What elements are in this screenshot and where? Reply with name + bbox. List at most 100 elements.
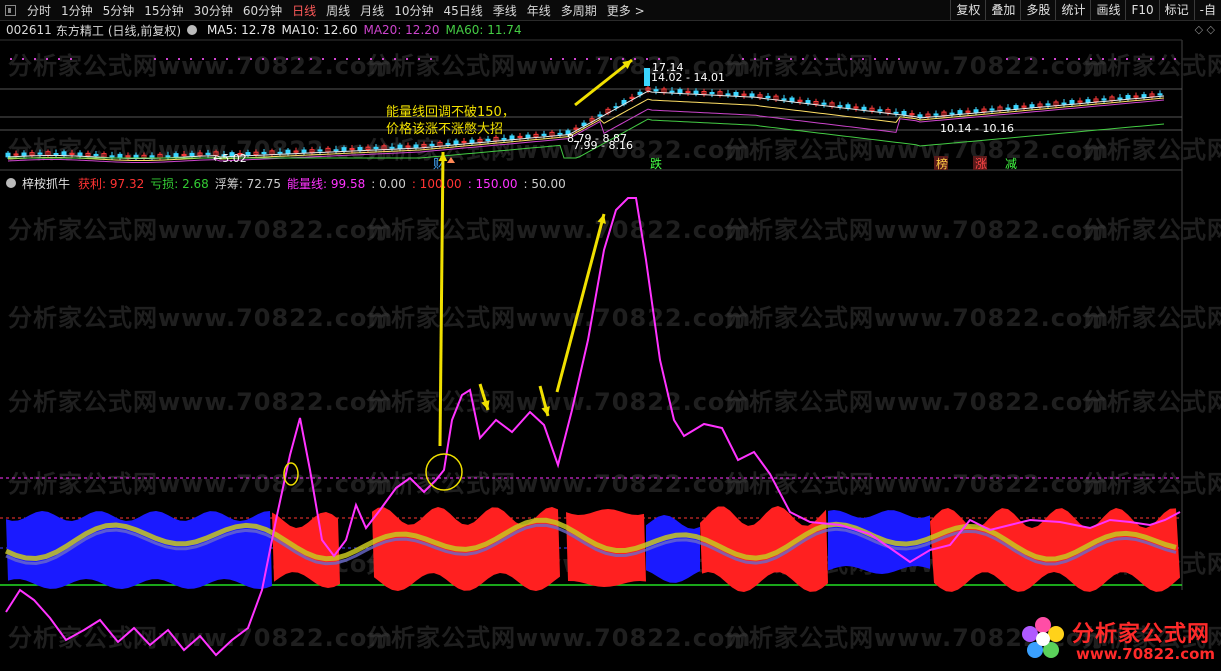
signal-dot bbox=[778, 58, 780, 60]
candle-body bbox=[453, 140, 459, 146]
spike-candle bbox=[644, 68, 650, 86]
indicator-value: 浮筹: 72.75 bbox=[214, 176, 282, 191]
signal-dot bbox=[190, 58, 192, 60]
signal-dot bbox=[838, 58, 840, 60]
signal-dot bbox=[238, 58, 240, 60]
mid-label-2: 7.99 - 8.16 bbox=[573, 139, 633, 152]
annotation-line-1: 能量线回调不破150， bbox=[386, 105, 515, 120]
candle-body bbox=[1117, 97, 1123, 100]
candle-body bbox=[877, 109, 883, 112]
arrow-up-price bbox=[574, 58, 633, 107]
signal-dot bbox=[274, 58, 276, 60]
indicator-settings-icon[interactable] bbox=[6, 178, 16, 188]
signal-dot bbox=[1162, 58, 1164, 60]
signal-dot bbox=[646, 58, 648, 60]
candle-body bbox=[429, 143, 435, 147]
signal-dot bbox=[658, 58, 660, 60]
candle-body bbox=[693, 90, 699, 94]
signal-dot bbox=[1078, 58, 1080, 60]
signal-dot bbox=[886, 58, 888, 60]
signal-dot bbox=[34, 58, 36, 60]
arrow-up-to-signal bbox=[438, 151, 445, 447]
candle-body bbox=[1085, 99, 1091, 103]
candle-body bbox=[525, 134, 531, 138]
signal-dot bbox=[826, 58, 828, 60]
indicator-value: 获利: 97.32 bbox=[78, 176, 145, 191]
candle-body bbox=[37, 152, 43, 155]
candle-body bbox=[541, 133, 547, 136]
candle-body bbox=[389, 146, 395, 149]
candle-body bbox=[901, 110, 907, 116]
candle-body bbox=[261, 151, 267, 155]
site-logo: 分析家公式网 www.70822.com bbox=[1012, 612, 1215, 668]
low-price-label: ←5.02 bbox=[213, 152, 247, 165]
signal-dot bbox=[358, 58, 360, 60]
signal-dot bbox=[250, 58, 252, 60]
signal-dot bbox=[862, 58, 864, 60]
candle-body bbox=[821, 102, 827, 105]
signal-dot bbox=[286, 58, 288, 60]
signal-dot bbox=[394, 58, 396, 60]
candle-body bbox=[765, 95, 771, 99]
signal-tag: 跌 bbox=[650, 156, 662, 171]
candle-body bbox=[333, 149, 339, 152]
signal-tag: 榜 bbox=[936, 156, 948, 171]
signal-dot bbox=[214, 58, 216, 60]
signal-dot bbox=[1114, 58, 1116, 60]
candle-body bbox=[317, 149, 323, 152]
signal-dot bbox=[58, 58, 60, 60]
signal-dot bbox=[610, 58, 612, 60]
signal-dot bbox=[790, 58, 792, 60]
signal-dot bbox=[802, 58, 804, 60]
indicator-header: 梓桉抓牛 获利: 97.32 亏损: 2.68 浮筹: 72.75 能量线: 99.5… bbox=[0, 174, 574, 192]
candle-body bbox=[1125, 94, 1131, 100]
signal-dot bbox=[346, 58, 348, 60]
candle-body bbox=[189, 152, 195, 157]
candle-body bbox=[597, 114, 603, 117]
signal-dot bbox=[1066, 58, 1068, 60]
signal-dot bbox=[874, 58, 876, 60]
signal-dot bbox=[226, 58, 228, 60]
signal-dot bbox=[1018, 58, 1020, 60]
signal-dot bbox=[10, 58, 12, 60]
loss-band bbox=[646, 515, 700, 583]
candle-body bbox=[957, 110, 963, 115]
annotation-line-2: 价格该涨不涨憋大招 bbox=[386, 122, 504, 137]
candle-body bbox=[1101, 98, 1107, 101]
candle-body bbox=[781, 98, 787, 101]
signal-tag: 减 bbox=[1005, 157, 1017, 171]
candle-body bbox=[557, 132, 563, 135]
signal-dot bbox=[166, 58, 168, 60]
profit-band bbox=[930, 508, 1180, 592]
candle-body bbox=[973, 109, 979, 113]
candle-body bbox=[1141, 94, 1147, 98]
signal-dot bbox=[586, 58, 588, 60]
flower-logo-icon bbox=[1022, 617, 1064, 658]
signal-dot bbox=[382, 58, 384, 60]
candle-body bbox=[1013, 105, 1019, 110]
indicator-value: : 100.00 bbox=[411, 176, 462, 191]
chart-canvas: 17.1414.02 - 14.0110.14 - 10.16←5.028.79… bbox=[0, 39, 1183, 657]
signal-dot bbox=[1054, 58, 1056, 60]
arrow-up-energy bbox=[555, 213, 606, 393]
candle-body bbox=[789, 97, 795, 103]
signal-dot bbox=[550, 58, 552, 60]
signal-dot bbox=[898, 58, 900, 60]
candle-body bbox=[677, 89, 683, 94]
signal-dot bbox=[814, 58, 816, 60]
candle-body bbox=[341, 147, 347, 152]
up-arrow-marker bbox=[447, 157, 455, 163]
candle-body bbox=[1045, 103, 1051, 106]
candle-body bbox=[133, 154, 139, 159]
signal-dot bbox=[1102, 58, 1104, 60]
candle-body bbox=[989, 108, 995, 111]
signal-dot bbox=[1030, 58, 1032, 60]
signal-dot bbox=[262, 58, 264, 60]
candle-body bbox=[93, 153, 99, 157]
signal-dot bbox=[70, 58, 72, 60]
signal-dot bbox=[430, 58, 432, 60]
candle-body bbox=[861, 106, 867, 111]
candle-body bbox=[277, 151, 283, 154]
candle-body bbox=[501, 137, 507, 140]
candle-body bbox=[1029, 104, 1035, 108]
